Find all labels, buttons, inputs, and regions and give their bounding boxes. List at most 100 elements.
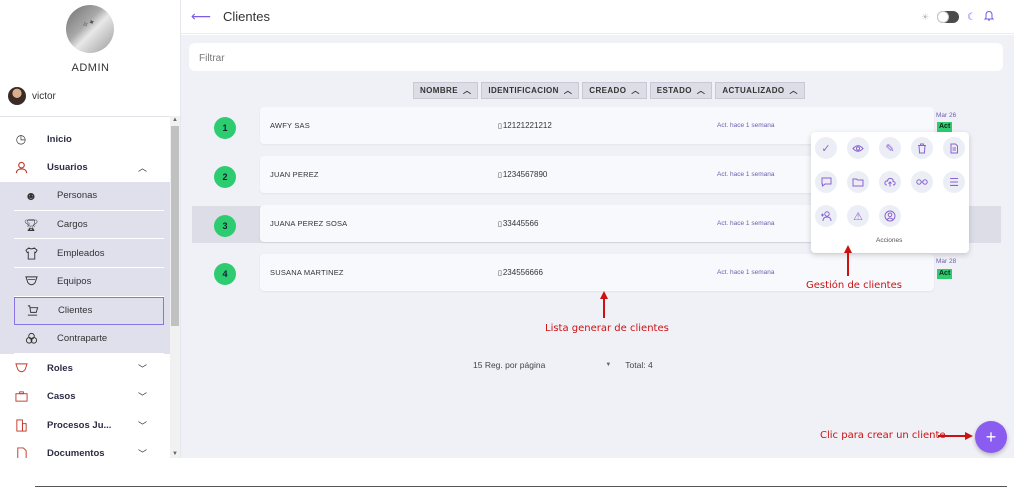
annotation-arrow — [847, 252, 849, 276]
sort-estado-button[interactable]: ESTADO ︿ — [649, 82, 713, 99]
sidebar-item-clientes[interactable]: Clientes — [14, 296, 164, 326]
sidebar-item-label: Documentos — [47, 448, 105, 458]
main-content: Filtrar NOMBRE ︿ IDENTIFICACION ︿ CREADO ︿ … — [181, 35, 1014, 458]
chevron-down-icon[interactable]: ﹀ — [138, 390, 147, 403]
eye-icon[interactable] — [847, 137, 869, 159]
folder-icon[interactable] — [847, 171, 869, 193]
annotation-lista: Lista generar de clientes — [545, 323, 669, 334]
annotation-gestion: Gestión de clientes — [806, 280, 902, 291]
toggle-knob — [937, 11, 950, 23]
scroll-thumb[interactable] — [171, 126, 179, 326]
sidebar-item-label: Equipos — [57, 276, 92, 288]
shirt-icon — [24, 246, 38, 260]
account-icon[interactable] — [879, 205, 901, 227]
row-date: Mar 26 — [936, 112, 957, 119]
badge-icon — [14, 361, 28, 375]
scroll-down-icon[interactable]: ▼ — [172, 451, 178, 457]
chevron-up-icon: ︿ — [696, 86, 706, 95]
filter-input[interactable]: Filtrar — [189, 43, 1003, 71]
trash-icon[interactable] — [911, 137, 933, 159]
sidebar-menu: ◷ Inicio Usuarios ︿ ☻ Personas 🏆︎ Cargos — [0, 125, 170, 458]
edit-icon[interactable]: ✎ — [879, 137, 901, 159]
sidebar-item-personas[interactable]: ☻ Personas — [14, 182, 164, 211]
people-icon: ☻ — [24, 188, 38, 203]
row-number: 1 — [214, 117, 236, 139]
sidebar-item-empleados[interactable]: Empleados — [14, 239, 164, 268]
pagination: 15 Reg. por página ▼ Total: 4 — [473, 360, 653, 370]
trophy-icon: 🏆︎ — [23, 217, 39, 232]
total-count: Total: 4 — [625, 360, 653, 370]
sidebar-item-label: Cargos — [57, 219, 88, 231]
building-icon — [14, 418, 28, 432]
chevron-up-icon: ︿ — [462, 86, 472, 95]
admin-avatar[interactable]: ✧✦ — [66, 5, 114, 53]
sort-label: IDENTIFICACION — [488, 86, 559, 95]
warning-icon[interactable]: ⚠ — [847, 205, 869, 227]
sidebar-item-label: Personas — [57, 190, 98, 202]
sidebar-item-casos[interactable]: Casos ﹀ — [0, 382, 170, 411]
comment-icon[interactable] — [815, 171, 837, 193]
row-name: SUSANA MARTINEZ — [270, 268, 344, 277]
row-updated: Act. hace 1 semana — [717, 171, 775, 178]
sort-actualizado-button[interactable]: ACTUALIZADO ︿ — [715, 82, 805, 99]
add-user-icon[interactable] — [815, 205, 837, 227]
back-arrow-icon[interactable]: ⟵ — [191, 8, 211, 25]
admin-label: ADMIN — [71, 62, 110, 74]
row-id-value: 33445566 — [502, 219, 539, 228]
row-name: JUANA PEREZ SOSA — [270, 219, 348, 228]
user-row[interactable]: victor — [8, 87, 56, 105]
sidebar-item-usuarios[interactable]: Usuarios ︿ — [0, 154, 170, 183]
sidebar-item-label: Empleados — [57, 247, 105, 259]
sidebar-item-label: Casos — [47, 391, 76, 403]
sidebar-item-documentos[interactable]: Documentos ﹀ — [0, 440, 170, 458]
glasses-icon[interactable] — [911, 171, 933, 193]
sort-nombre-button[interactable]: NOMBRE ︿ — [413, 82, 479, 99]
file-icon[interactable] — [943, 137, 965, 159]
sidebar-item-procesos[interactable]: Procesos Ju... ﹀ — [0, 411, 170, 440]
user-name: victor — [32, 90, 56, 102]
row-id: ▯12121221212 — [498, 121, 552, 130]
row-name: AWFY SAS — [270, 121, 310, 130]
page-title: Clientes — [223, 9, 270, 24]
chevron-down-icon[interactable]: ﹀ — [138, 362, 147, 375]
sidebar-item-equipos[interactable]: Equipos — [14, 268, 164, 297]
cloud-upload-icon[interactable] — [879, 171, 901, 193]
annotation-arrow-head — [844, 245, 852, 253]
bell-icon[interactable] — [983, 10, 995, 24]
top-bar: ⟵ Clientes ☀ ☾ — [181, 0, 1014, 34]
scroll-up-icon[interactable]: ▲ — [172, 117, 178, 123]
status-badge: Act — [937, 122, 953, 132]
chevron-up-icon: ︿ — [789, 86, 798, 95]
sort-creado-button[interactable]: CREADO ︿ — [582, 82, 647, 99]
chevron-up-icon[interactable]: ︿ — [138, 161, 147, 174]
sidebar-scrollbar[interactable]: ▲ ▼ — [170, 116, 180, 458]
sidebar-item-label: Inicio — [47, 133, 72, 145]
sidebar-item-contraparte[interactable]: Contraparte — [14, 325, 164, 354]
chevron-down-icon[interactable]: ﹀ — [138, 419, 147, 432]
create-client-button[interactable]: + — [975, 421, 1007, 453]
sidebar-item-roles[interactable]: Roles ﹀ — [0, 354, 170, 383]
annotation-arrow — [938, 435, 966, 437]
annotation-arrow-head — [965, 432, 973, 440]
chevron-down-icon[interactable]: ﹀ — [138, 447, 147, 458]
phone-icon: ▯ — [498, 123, 502, 130]
plus-icon: + — [985, 426, 997, 447]
annotation-arrow-head — [600, 291, 608, 299]
sidebar-item-cargos[interactable]: 🏆︎ Cargos — [14, 211, 164, 240]
per-page-select[interactable]: 15 Reg. por página — [473, 360, 545, 370]
check-icon[interactable]: ✓ — [815, 137, 837, 159]
theme-toggle[interactable] — [937, 11, 960, 23]
sort-label: ESTADO — [656, 86, 692, 95]
list-icon[interactable]: ☰ — [943, 171, 965, 193]
bottom-divider — [35, 486, 1007, 487]
sidebar-item-label: Clientes — [58, 305, 93, 317]
circles-icon — [24, 332, 38, 346]
sidebar-submenu-usuarios: ☻ Personas 🏆︎ Cargos Empleados Equipos C… — [0, 182, 170, 354]
chevron-up-icon: ︿ — [563, 86, 573, 95]
actions-label: Acciones — [876, 237, 903, 244]
row-date: Mar 28 — [936, 258, 957, 265]
caret-down-icon[interactable]: ▼ — [605, 362, 611, 368]
sidebar-item-inicio[interactable]: ◷ Inicio — [0, 125, 170, 154]
row-id: ▯234556666 — [498, 268, 543, 277]
sort-identificacion-button[interactable]: IDENTIFICACION ︿ — [481, 82, 580, 99]
